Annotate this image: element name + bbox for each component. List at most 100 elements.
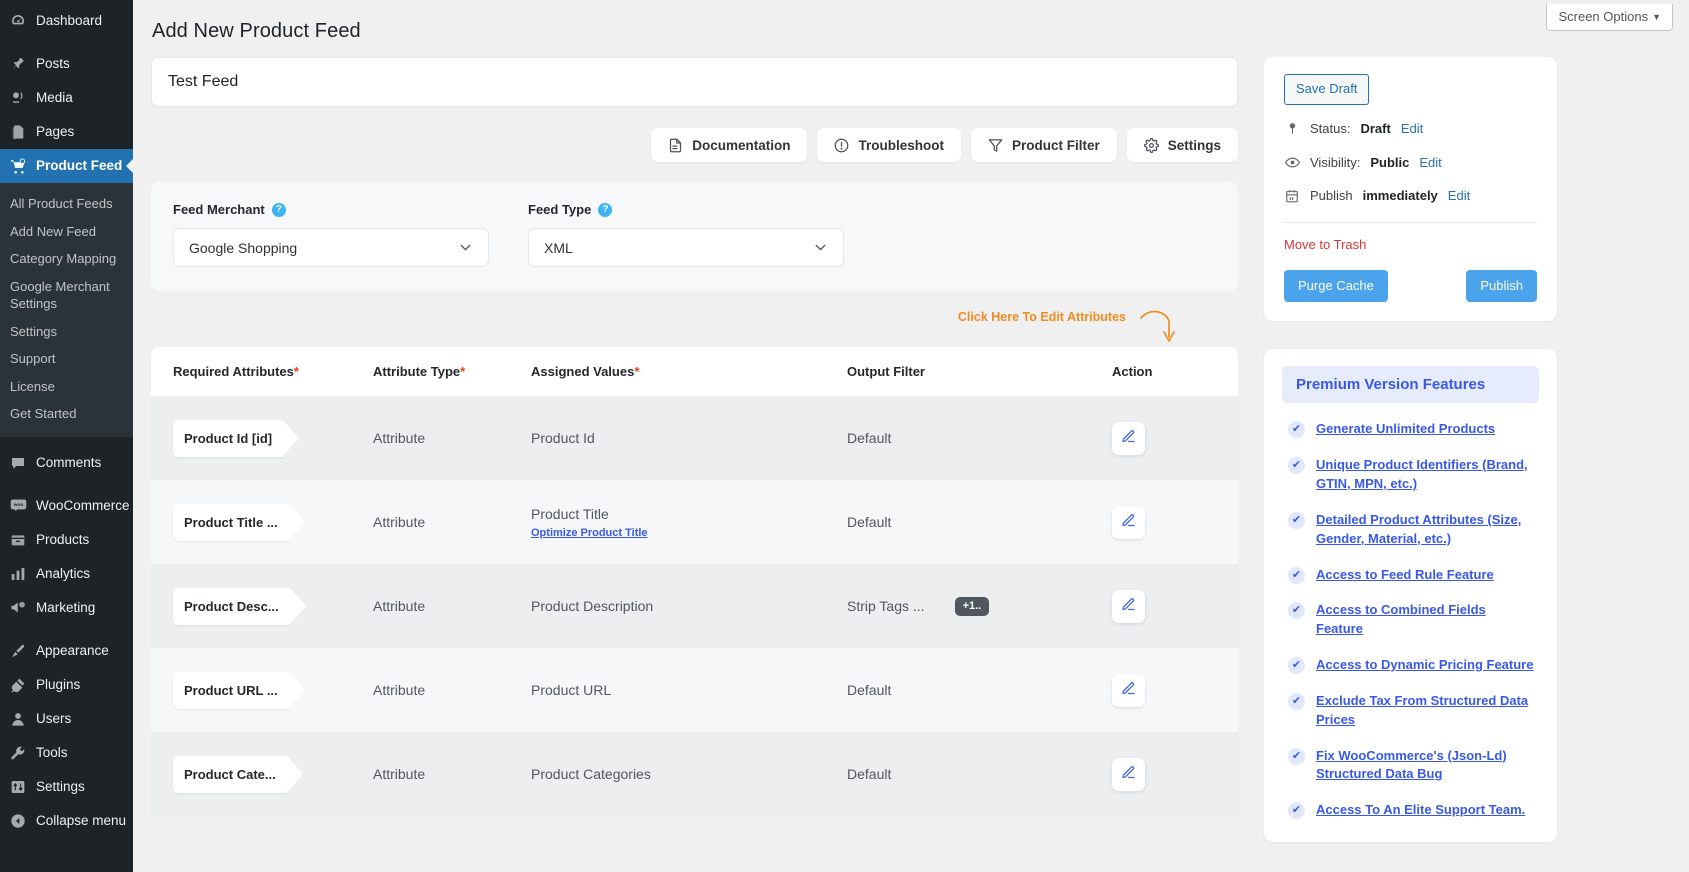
edit-attribute-button[interactable] <box>1112 757 1145 791</box>
attribute-chip[interactable]: Product Title ... <box>173 503 305 541</box>
submenu-item-category-mapping[interactable]: Category Mapping <box>0 245 133 273</box>
table-row: Product Id [id] Attribute Product Id Defaul… <box>151 396 1238 480</box>
sidebar-item-products[interactable]: Products <box>0 523 133 557</box>
sidebar-item-analytics[interactable]: Analytics <box>0 557 133 591</box>
submenu-item-get-started[interactable]: Get Started <box>0 400 133 428</box>
premium-feature-link[interactable]: Generate Unlimited Products <box>1316 420 1495 439</box>
sidebar-item-posts[interactable]: Posts <box>0 47 133 81</box>
sidebar-item-woocommerce[interactable]: woo WooCommerce <box>0 489 133 523</box>
screen-options-toggle[interactable]: Screen Options ▼ <box>1546 4 1673 31</box>
optimize-product-title-link[interactable]: Optimize Product Title <box>531 527 847 539</box>
action-cell <box>1112 505 1216 539</box>
sidebar-item-marketing[interactable]: Marketing <box>0 591 133 625</box>
edit-attribute-button[interactable] <box>1112 673 1145 707</box>
attribute-chip[interactable]: Product URL ... <box>173 671 305 709</box>
sidebar-item-users[interactable]: Users <box>0 702 133 736</box>
sidebar-item-plugins[interactable]: Plugins <box>0 668 133 702</box>
output-filter-text: Default <box>847 514 892 530</box>
documentation-button[interactable]: Documentation <box>651 128 808 162</box>
sidebar-item-dashboard[interactable]: Dashboard <box>0 4 133 38</box>
sidebar-item-tools[interactable]: Tools <box>0 736 133 770</box>
premium-feature-item[interactable]: ✔ Generate Unlimited Products <box>1282 420 1539 439</box>
premium-feature-link[interactable]: Detailed Product Attributes (Size, Gende… <box>1316 511 1535 549</box>
product-filter-button[interactable]: Product Filter <box>970 128 1117 162</box>
premium-feature-item[interactable]: ✔ Access to Combined Fields Feature <box>1282 601 1539 639</box>
submenu-item-add-new-feed[interactable]: Add New Feed <box>0 218 133 246</box>
save-draft-button[interactable]: Save Draft <box>1284 74 1370 106</box>
purge-cache-button[interactable]: Purge Cache <box>1284 269 1388 303</box>
attribute-name-cell: Product Desc... <box>173 587 373 625</box>
check-icon: ✔ <box>1288 747 1305 765</box>
table-row: Product Desc... Attribute Product Descript… <box>151 564 1238 648</box>
edit-attribute-button[interactable] <box>1112 421 1145 455</box>
feed-type-select[interactable]: XML <box>528 228 844 267</box>
move-to-trash-link[interactable]: Move to Trash <box>1284 237 1366 252</box>
attribute-chip[interactable]: Product Id [id] <box>173 419 300 457</box>
premium-feature-link[interactable]: Exclude Tax From Structured Data Prices <box>1316 692 1535 730</box>
feed-name-input[interactable] <box>151 57 1238 107</box>
attribute-type-cell: Attribute <box>373 430 426 446</box>
sidebar-item-pages[interactable]: Pages <box>0 115 133 149</box>
sidebar-item-label: WooCommerce <box>36 498 130 514</box>
products-icon <box>9 531 27 549</box>
submenu-item-all-product-feeds[interactable]: All Product Feeds <box>0 190 133 218</box>
premium-feature-link[interactable]: Fix WooCommerce's (Json-Ld) Structured D… <box>1316 747 1535 785</box>
dashboard-icon <box>9 12 27 30</box>
premium-feature-item[interactable]: ✔ Access To An Elite Support Team. <box>1282 801 1539 820</box>
sidebar-item-settings[interactable]: Settings <box>0 770 133 804</box>
premium-feature-link[interactable]: Access To An Elite Support Team. <box>1316 801 1525 820</box>
table-row: Product Cate... Attribute Product Categori… <box>151 732 1238 816</box>
premium-feature-item[interactable]: ✔ Access to Feed Rule Feature <box>1282 566 1539 585</box>
premium-feature-item[interactable]: ✔ Detailed Product Attributes (Size, Gend… <box>1282 511 1539 549</box>
attribute-name-cell: Product URL ... <box>173 671 373 709</box>
help-icon[interactable]: ? <box>271 202 286 217</box>
premium-feature-link[interactable]: Access to Dynamic Pricing Feature <box>1316 656 1533 675</box>
publish-edit-link[interactable]: Edit <box>1448 186 1470 206</box>
troubleshoot-button[interactable]: Troubleshoot <box>817 128 961 162</box>
header-required-attributes: Required Attributes* <box>173 364 373 379</box>
submenu-item-settings[interactable]: Settings <box>0 318 133 346</box>
visibility-edit-link[interactable]: Edit <box>1419 153 1441 173</box>
attribute-chip[interactable]: Product Cate... <box>173 755 303 793</box>
settings-button[interactable]: Settings <box>1126 128 1238 162</box>
submenu-item-license[interactable]: License <box>0 373 133 401</box>
attribute-type-cell: Attribute <box>373 598 426 614</box>
sidebar-item-label: Products <box>36 532 90 548</box>
assigned-value-cell: Product Categories <box>531 766 847 782</box>
premium-feature-link[interactable]: Unique Product Identifiers (Brand, GTIN,… <box>1316 456 1535 494</box>
sidebar-item-product-feed[interactable]: Product Feed <box>0 149 133 183</box>
submenu-item-google-merchant-settings[interactable]: Google Merchant Settings <box>0 273 133 318</box>
premium-feature-item[interactable]: ✔ Fix WooCommerce's (Json-Ld) Structured … <box>1282 747 1539 785</box>
right-column: Save Draft Status: Draft Edit Visibility… <box>1264 14 1557 843</box>
feed-merchant-value: Google Shopping <box>189 239 298 256</box>
premium-feature-item[interactable]: ✔ Unique Product Identifiers (Brand, GTIN… <box>1282 456 1539 494</box>
edit-attribute-button[interactable] <box>1112 505 1145 539</box>
feed-merchant-label: Feed Merchant ? <box>173 202 489 217</box>
attribute-chip[interactable]: Product Desc... <box>173 587 306 625</box>
premium-feature-link[interactable]: Access to Combined Fields Feature <box>1316 601 1535 639</box>
premium-feature-item[interactable]: ✔ Access to Dynamic Pricing Feature <box>1282 656 1539 675</box>
calendar-icon <box>1284 189 1300 203</box>
sidebar-item-label: Collapse menu <box>36 813 127 829</box>
submenu-item-support[interactable]: Support <box>0 345 133 373</box>
sidebar-item-comments[interactable]: Comments <box>0 446 133 480</box>
edit-attribute-button[interactable] <box>1112 589 1145 623</box>
premium-feature-item[interactable]: ✔ Exclude Tax From Structured Data Prices <box>1282 692 1539 730</box>
sidebar-item-collapse-menu[interactable]: Collapse menu <box>0 804 133 838</box>
sidebar-item-media[interactable]: Media <box>0 81 133 115</box>
troubleshoot-label: Troubleshoot <box>858 137 944 153</box>
premium-feature-link[interactable]: Access to Feed Rule Feature <box>1316 566 1494 585</box>
pin-icon <box>9 55 27 73</box>
check-icon: ✔ <box>1288 566 1305 584</box>
visibility-value: Public <box>1370 154 1410 170</box>
help-icon[interactable]: ? <box>598 202 613 217</box>
attribute-name-cell: Product Title ... <box>173 503 373 541</box>
feed-merchant-select[interactable]: Google Shopping <box>173 228 489 267</box>
sidebar-separator <box>0 38 133 47</box>
sidebar-separator <box>0 480 133 489</box>
status-edit-link[interactable]: Edit <box>1401 119 1423 139</box>
table-header-row: Required Attributes* Attribute Type* Ass… <box>151 347 1238 396</box>
publish-button[interactable]: Publish <box>1466 269 1537 303</box>
sidebar-item-appearance[interactable]: Appearance <box>0 634 133 668</box>
gear-icon <box>1143 137 1159 153</box>
